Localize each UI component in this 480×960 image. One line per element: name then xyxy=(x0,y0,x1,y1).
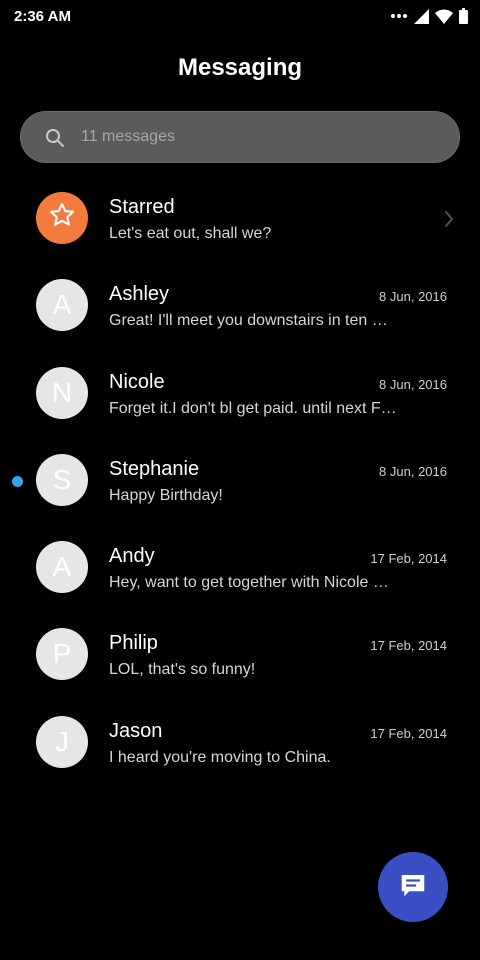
conversation-preview: Happy Birthday! xyxy=(109,486,223,504)
conversation-date: 17 Feb, 2014 xyxy=(370,638,447,654)
conversation-preview: Great! I'll meet you downstairs in ten … xyxy=(109,312,388,330)
conversation-preview: Forget it.I don't bl get paid. until nex… xyxy=(109,399,397,417)
battery-icon xyxy=(459,8,468,24)
conversation-date: 8 Jun, 2016 xyxy=(379,376,447,392)
avatar: J xyxy=(36,715,88,768)
conversation-name: Stephanie xyxy=(109,457,200,480)
avatar: A xyxy=(36,541,88,594)
conversation-row[interactable]: A Ashley 8 Jun, 2016 Great! I'll meet yo… xyxy=(0,263,480,350)
conversation-preview: I heard you're moving to China. xyxy=(109,748,331,766)
conversation-row[interactable]: A Andy 17 Feb, 2014 Hey, want to get tog… xyxy=(0,525,480,612)
messaging-screen: 2:36 AM Messaging 11 messages Starred Le… xyxy=(0,0,480,960)
avatar: P xyxy=(36,628,88,681)
conversation-name: Jason xyxy=(109,719,163,742)
conversation-date: 17 Feb, 2014 xyxy=(370,725,447,741)
search-bar[interactable] xyxy=(20,111,460,163)
search-input[interactable] xyxy=(81,112,441,162)
wifi-icon xyxy=(435,9,453,24)
compose-message-icon xyxy=(398,870,428,905)
star-icon xyxy=(48,201,76,236)
starred-row[interactable]: Starred Let's eat out, shall we? xyxy=(0,176,480,263)
conversation-name: Nicole xyxy=(109,370,165,393)
conversation-row[interactable]: J Jason 17 Feb, 2014 I heard you're movi… xyxy=(0,700,480,787)
avatar: A xyxy=(36,279,88,332)
conversation-date: 8 Jun, 2016 xyxy=(379,289,447,305)
conversation-list: Starred Let's eat out, shall we? A Ashle… xyxy=(0,176,480,787)
unread-indicator xyxy=(12,475,23,487)
conversation-date: 17 Feb, 2014 xyxy=(370,551,447,567)
conversation-preview: LOL, that's so funny! xyxy=(109,661,256,679)
signal-icon xyxy=(413,8,429,24)
status-time: 2:36 AM xyxy=(14,8,71,25)
conversation-preview: Hey, want to get together with Nicole … xyxy=(109,574,389,592)
conversation-name: Starred xyxy=(109,196,175,218)
starred-avatar xyxy=(36,192,88,244)
compose-button[interactable] xyxy=(378,852,448,922)
conversation-name: Andy xyxy=(109,545,155,568)
status-icons xyxy=(391,8,468,24)
conversation-row[interactable]: N Nicole 8 Jun, 2016 Forget it.I don't b… xyxy=(0,351,480,438)
avatar: N xyxy=(36,366,88,419)
chevron-right-icon xyxy=(444,210,454,233)
conversation-date: 8 Jun, 2016 xyxy=(379,463,447,479)
conversation-row[interactable]: P Philip 17 Feb, 2014 LOL, that's so fun… xyxy=(0,612,480,699)
conversation-preview: Let's eat out, shall we? xyxy=(109,225,272,242)
conversation-name: Ashley xyxy=(109,283,170,306)
status-bar: 2:36 AM xyxy=(0,0,480,34)
more-dots-icon xyxy=(391,13,407,19)
conversation-row[interactable]: S Stephanie 8 Jun, 2016 Happy Birthday! xyxy=(0,438,480,525)
avatar: S xyxy=(36,453,88,506)
page-title: Messaging xyxy=(177,54,303,81)
search-icon xyxy=(45,128,65,153)
conversation-name: Philip xyxy=(109,632,158,655)
